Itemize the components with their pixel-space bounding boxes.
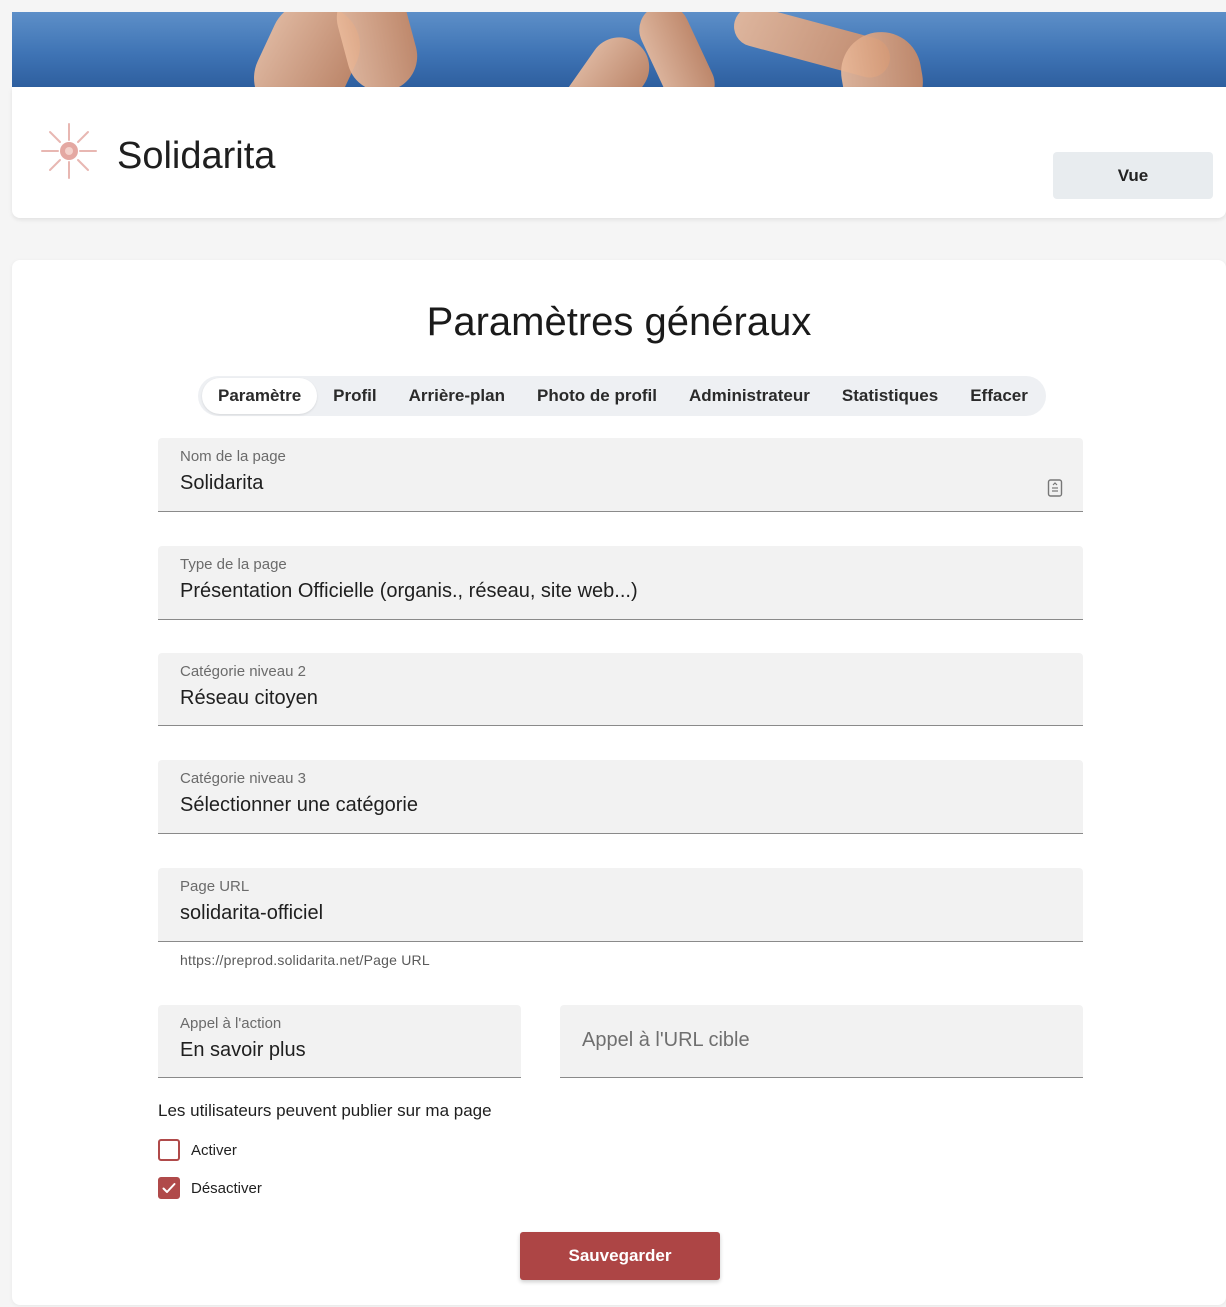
category-level-3-select[interactable]: Catégorie niveau 3 Sélectionner une caté…	[158, 760, 1083, 834]
enable-label: Activer	[191, 1141, 237, 1159]
category-level-2-label: Catégorie niveau 2	[180, 663, 306, 680]
settings-title: Paramètres généraux	[426, 300, 812, 344]
page-url-value: solidarita-officiel	[180, 902, 324, 924]
page-type-value: Présentation Officielle (organis., résea…	[180, 580, 638, 602]
tab-administrateur[interactable]: Administrateur	[673, 378, 826, 414]
category-level-3-label: Catégorie niveau 3	[180, 770, 306, 787]
category-level-2-value: Réseau citoyen	[180, 687, 318, 709]
posting-question: Les utilisateurs peuvent publier sur ma …	[158, 1101, 492, 1120]
save-button[interactable]: Sauvegarder	[520, 1232, 720, 1280]
cta-url-placeholder: Appel à l'URL cible	[582, 1029, 750, 1051]
settings-card: Paramètres généraux Paramètre Profil Arr…	[12, 260, 1226, 1305]
tab-parametre[interactable]: Paramètre	[202, 378, 318, 414]
page-name-field[interactable]: Nom de la page Solidarita	[158, 438, 1083, 512]
disable-checkbox[interactable]	[158, 1177, 180, 1199]
view-button[interactable]: Vue	[1053, 152, 1213, 199]
tab-arriere-plan[interactable]: Arrière-plan	[393, 378, 521, 414]
page-title: Solidarita	[117, 135, 276, 177]
page-name-value: Solidarita	[180, 472, 264, 494]
cover-banner	[12, 12, 1226, 87]
posting-option-enable[interactable]: Activer	[158, 1139, 237, 1161]
cta-value: En savoir plus	[180, 1039, 306, 1061]
tab-effacer[interactable]: Effacer	[954, 378, 1044, 414]
page-type-label: Type de la page	[180, 556, 287, 573]
posting-option-disable[interactable]: Désactiver	[158, 1177, 262, 1199]
cta-url-input[interactable]: Appel à l'URL cible	[560, 1005, 1083, 1078]
page-header: Solidarita Vue	[12, 87, 1226, 218]
page-url-hint: https://preprod.solidarita.net/Page URL	[180, 952, 430, 968]
page-logo	[38, 120, 100, 182]
cta-label: Appel à l'action	[180, 1015, 282, 1032]
tab-profil[interactable]: Profil	[317, 378, 392, 414]
page-url-field[interactable]: Page URL solidarita-officiel	[158, 868, 1083, 942]
page-name-label: Nom de la page	[180, 448, 286, 465]
cta-select[interactable]: Appel à l'action En savoir plus	[158, 1005, 521, 1078]
tab-photo-de-profil[interactable]: Photo de profil	[521, 378, 673, 414]
page-url-label: Page URL	[180, 878, 250, 895]
enable-checkbox[interactable]	[158, 1139, 180, 1161]
checkmark-icon	[162, 1183, 176, 1193]
settings-tabs: Paramètre Profil Arrière-plan Photo de p…	[198, 376, 1046, 416]
page-type-select[interactable]: Type de la page Présentation Officielle …	[158, 546, 1083, 620]
disable-label: Désactiver	[191, 1179, 262, 1197]
category-level-2-select[interactable]: Catégorie niveau 2 Réseau citoyen	[158, 653, 1083, 726]
tab-statistiques[interactable]: Statistiques	[826, 378, 954, 414]
autofill-icon	[1047, 478, 1063, 498]
category-level-3-value: Sélectionner une catégorie	[180, 794, 418, 816]
